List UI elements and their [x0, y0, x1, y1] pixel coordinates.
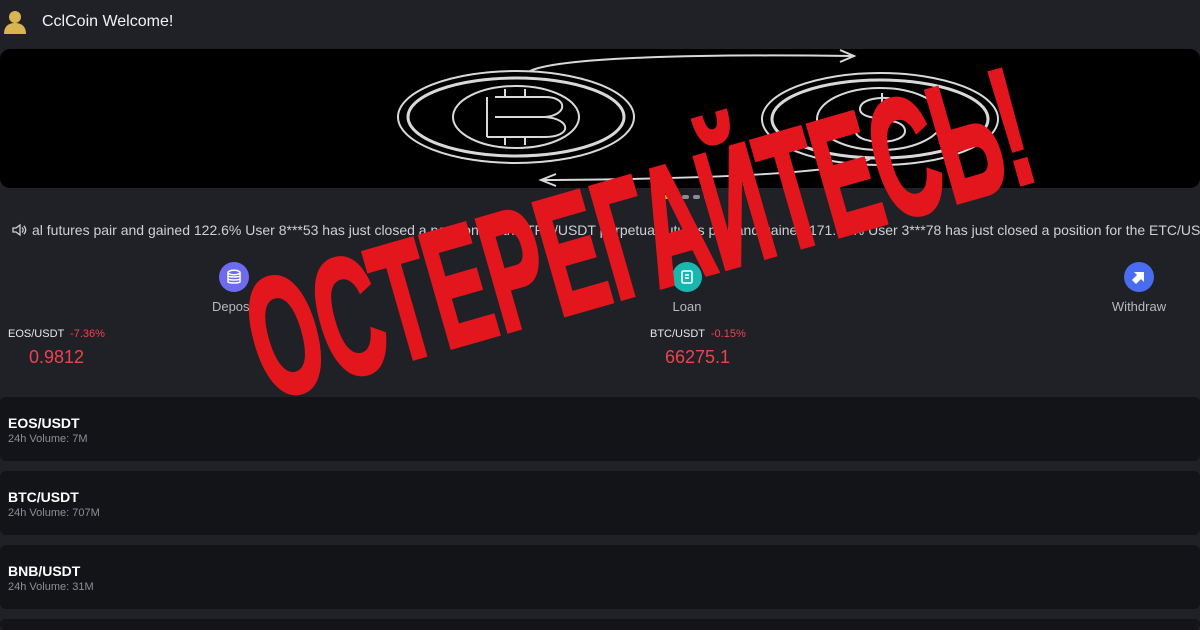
market-volume: 24h Volume: 31M [8, 581, 94, 593]
price-card[interactable]: BTC/USDT -0.15% 66275.1 [650, 328, 746, 368]
market-row[interactable]: EOS/USDT 24h Volume: 7M [0, 397, 1200, 461]
app-title: CclCoin Welcome! [42, 13, 174, 30]
withdraw-button[interactable]: Withdraw [1089, 260, 1189, 314]
price-change: -7.36% [70, 328, 105, 340]
banner-graphic [397, 49, 999, 187]
withdraw-label: Withdraw [1111, 299, 1167, 314]
quick-actions: Deposit Loan Withdraw [0, 260, 1200, 320]
ticker-text: al futures pair and gained 122.6% User 8… [32, 222, 1200, 238]
price-pair: BTC/USDT -0.15% [650, 328, 746, 340]
promo-banner[interactable] [0, 49, 1200, 188]
market-volume: 24h Volume: 7M [8, 433, 88, 445]
market-row[interactable]: BTC/USDT 24h Volume: 707M [0, 471, 1200, 535]
pair-symbol: BTC/USDT [650, 328, 705, 340]
price-pair: EOS/USDT -7.36% [8, 328, 105, 340]
loan-icon [672, 262, 702, 292]
price-change: -0.15% [710, 328, 746, 340]
exchange-arrows [529, 49, 871, 187]
loan-label: Loan [672, 299, 702, 314]
carousel-dot[interactable] [682, 195, 689, 199]
carousel-dot[interactable] [704, 195, 711, 199]
market-row[interactable] [0, 619, 1200, 630]
speaker-icon [11, 222, 27, 238]
loan-button[interactable]: Loan [637, 260, 737, 314]
bitcoin-icon [397, 70, 635, 164]
carousel-dots[interactable] [656, 195, 711, 199]
last-price: 66275.1 [665, 347, 731, 367]
withdraw-icon [1124, 262, 1154, 292]
announcement-ticker: al futures pair and gained 122.6% User 8… [0, 214, 1200, 246]
carousel-dot[interactable] [656, 195, 678, 199]
market-volume: 24h Volume: 707M [8, 507, 100, 519]
user-icon[interactable] [4, 10, 26, 34]
deposit-button[interactable]: Deposit [184, 260, 284, 314]
last-price: 0.9812 [29, 347, 85, 367]
market-row[interactable]: BNB/USDT 24h Volume: 31M [0, 545, 1200, 609]
coins-icon [219, 262, 249, 292]
deposit-label: Deposit [211, 299, 257, 314]
price-card[interactable]: EOS/USDT -7.36% 0.9812 [8, 328, 105, 368]
market-symbol: EOS/USDT [8, 415, 80, 431]
pair-symbol: EOS/USDT [8, 328, 65, 340]
carousel-dot[interactable] [693, 195, 700, 199]
market-symbol: BNB/USDT [8, 563, 81, 579]
dollar-icon [761, 72, 999, 166]
header: CclCoin Welcome! [0, 0, 1200, 46]
market-symbol: BTC/USDT [8, 489, 79, 505]
